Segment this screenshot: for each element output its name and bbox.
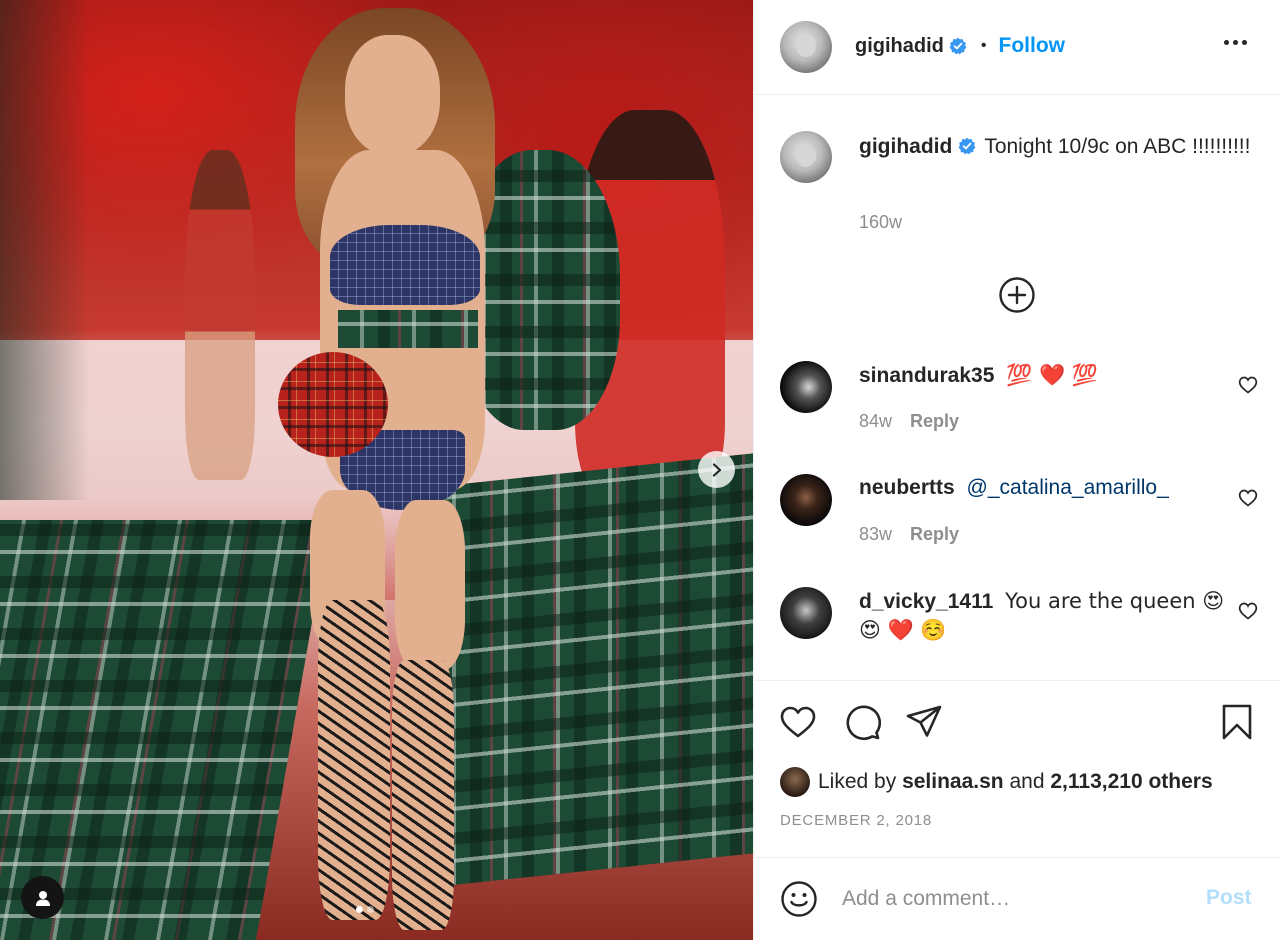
- post-image[interactable]: [0, 0, 753, 940]
- post-actions: Liked by selinaa.sn and 2,113,210 others…: [754, 680, 1280, 845]
- commenter-avatar[interactable]: [780, 587, 832, 639]
- comment-timestamp[interactable]: 83w: [859, 524, 892, 545]
- likes-summary[interactable]: Liked by selinaa.sn and 2,113,210 others: [780, 767, 1213, 797]
- model-face: [345, 35, 440, 155]
- heart-icon[interactable]: [779, 703, 817, 741]
- add-comment-bar: Post: [754, 857, 1280, 940]
- more-options-icon[interactable]: [1224, 40, 1247, 45]
- comment-text-block: sinandurak35 💯 ❤️ 💯: [859, 361, 1229, 390]
- user-tag-icon: [35, 890, 50, 906]
- reply-button[interactable]: Reply: [910, 524, 959, 545]
- likes-conjunction: and: [1009, 770, 1045, 793]
- comment-icon[interactable]: [843, 703, 881, 741]
- comment-item: sinandurak35 💯 ❤️ 💯 84w Reply: [754, 361, 1280, 471]
- comment-username[interactable]: sinandurak35: [859, 364, 994, 387]
- model-bra: [330, 225, 480, 305]
- user-tag-button[interactable]: [21, 876, 64, 919]
- chevron-right-icon: [712, 462, 721, 477]
- commenter-avatar[interactable]: [780, 361, 832, 413]
- caption-text: Tonight 10/9c on ABC !!!!!!!!!!: [984, 135, 1251, 158]
- liker-avatar: [780, 767, 810, 797]
- comment-username[interactable]: d_vicky_1411: [859, 590, 993, 613]
- model-leg-right: [395, 500, 465, 670]
- comment-item: neubertts @_catalina_amarillo_ 83w Reply: [754, 474, 1280, 584]
- comment-text-block: neubertts @_catalina_amarillo_: [859, 474, 1229, 502]
- reply-button[interactable]: Reply: [910, 411, 959, 432]
- comment-item: d_vicky_1411 You are the queen 😍 😍 ❤️ ☺️: [754, 587, 1280, 673]
- caption-avatar[interactable]: [780, 131, 832, 183]
- model-waistband: [338, 310, 478, 348]
- author-avatar[interactable]: [780, 21, 832, 73]
- commenter-avatar[interactable]: [780, 474, 832, 526]
- paper-plane-icon[interactable]: [905, 703, 943, 741]
- author-username[interactable]: gigihadid: [855, 35, 944, 58]
- post-comment-button[interactable]: Post: [1206, 886, 1252, 910]
- plus-circle-icon[interactable]: [998, 276, 1036, 314]
- comment-text: 💯 ❤️ 💯: [1006, 363, 1099, 387]
- caption-timestamp[interactable]: 160w: [859, 212, 902, 233]
- model-boot-right: [392, 660, 454, 930]
- bookmark-icon[interactable]: [1218, 703, 1256, 741]
- comment-mention-link[interactable]: @_catalina_amarillo_: [967, 476, 1169, 499]
- plaid-train-right: [430, 452, 753, 888]
- heart-icon[interactable]: [1238, 488, 1258, 508]
- comment-meta: 83w Reply: [859, 524, 959, 545]
- caption-text-block: gigihadid Tonight 10/9c on ABC !!!!!!!!!…: [859, 133, 1259, 161]
- carousel-indicator: [356, 906, 374, 913]
- model-boot-left: [318, 600, 390, 920]
- next-image-button[interactable]: [698, 451, 735, 488]
- caption-username[interactable]: gigihadid: [859, 135, 952, 158]
- follow-button[interactable]: Follow: [999, 34, 1066, 58]
- heart-icon[interactable]: [1238, 375, 1258, 395]
- verified-badge-icon: [958, 137, 976, 155]
- carousel-dot-active: [356, 906, 363, 913]
- comment-meta: 84w Reply: [859, 411, 959, 432]
- post-header: gigihadid • Follow: [754, 0, 1280, 95]
- post-date[interactable]: DECEMBER 2, 2018: [780, 812, 932, 829]
- comment-input[interactable]: [842, 880, 1182, 918]
- smiley-icon[interactable]: [780, 880, 818, 918]
- background-foliage: [0, 0, 90, 500]
- model-sporran: [278, 352, 388, 457]
- liker-username[interactable]: selinaa.sn: [902, 770, 1004, 794]
- comment-text-block: d_vicky_1411 You are the queen 😍 😍 ❤️ ☺️: [859, 587, 1229, 645]
- background-model: [185, 150, 255, 480]
- carousel-dot: [367, 906, 374, 913]
- likes-others-count[interactable]: 2,113,210 others: [1050, 770, 1212, 794]
- likes-prefix: Liked by: [818, 770, 897, 793]
- verified-badge-icon: [949, 37, 967, 55]
- heart-icon[interactable]: [1238, 601, 1258, 621]
- comment-timestamp[interactable]: 84w: [859, 411, 892, 432]
- author-name-row: gigihadid • Follow: [855, 34, 1065, 58]
- post-details-panel: gigihadid • Follow gigihadid Tonight 10/…: [753, 0, 1280, 940]
- separator-dot: •: [980, 37, 987, 54]
- comment-username[interactable]: neubertts: [859, 476, 955, 499]
